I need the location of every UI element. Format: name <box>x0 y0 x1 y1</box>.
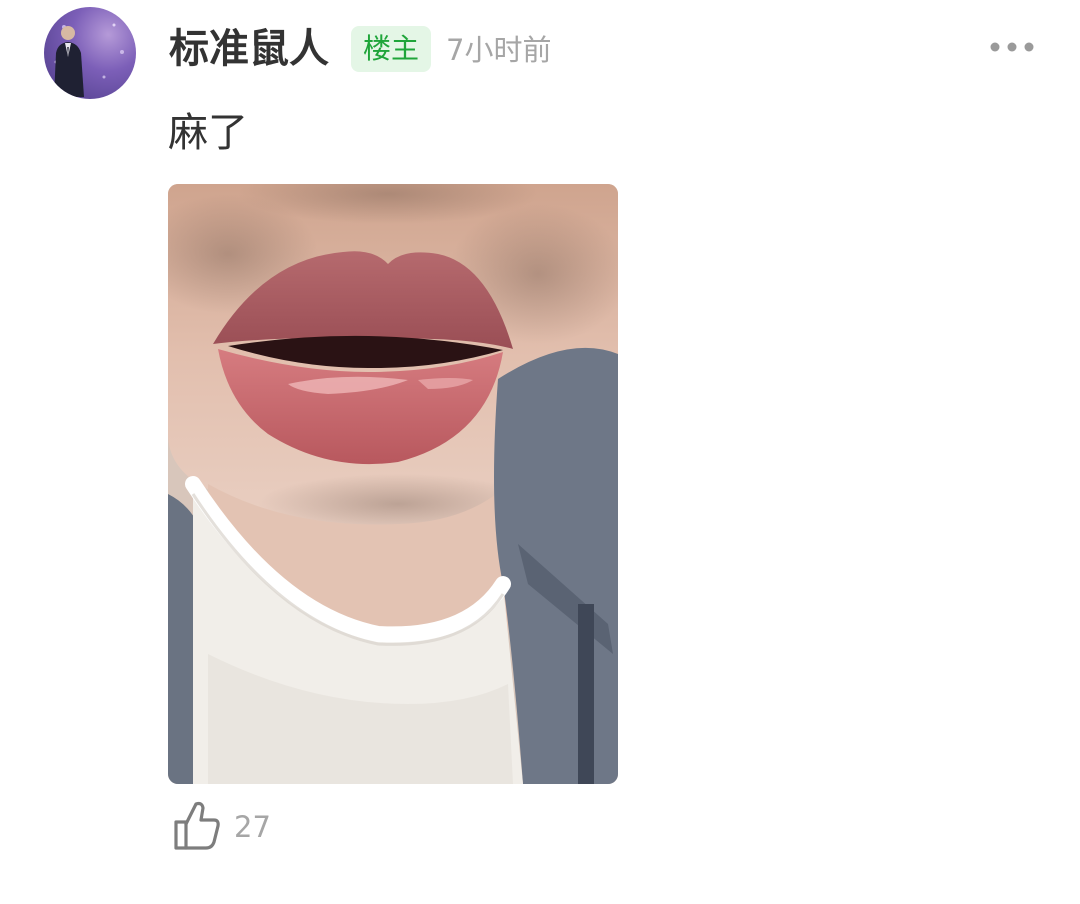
avatar-image <box>54 23 124 97</box>
more-options-button[interactable] <box>984 30 1040 64</box>
comment-photo[interactable] <box>168 184 618 784</box>
comment-text: 麻了 <box>168 110 248 156</box>
post-time: 7小时前 <box>446 33 552 67</box>
like-button[interactable] <box>172 798 224 854</box>
author-name[interactable]: 标准鼠人 <box>169 22 329 76</box>
more-dots-icon <box>990 42 1034 52</box>
photo-content <box>168 184 618 784</box>
thumbs-up-icon <box>174 801 220 850</box>
user-avatar[interactable] <box>44 7 136 99</box>
op-badge: 楼主 <box>351 26 431 72</box>
like-count: 27 <box>234 810 271 844</box>
